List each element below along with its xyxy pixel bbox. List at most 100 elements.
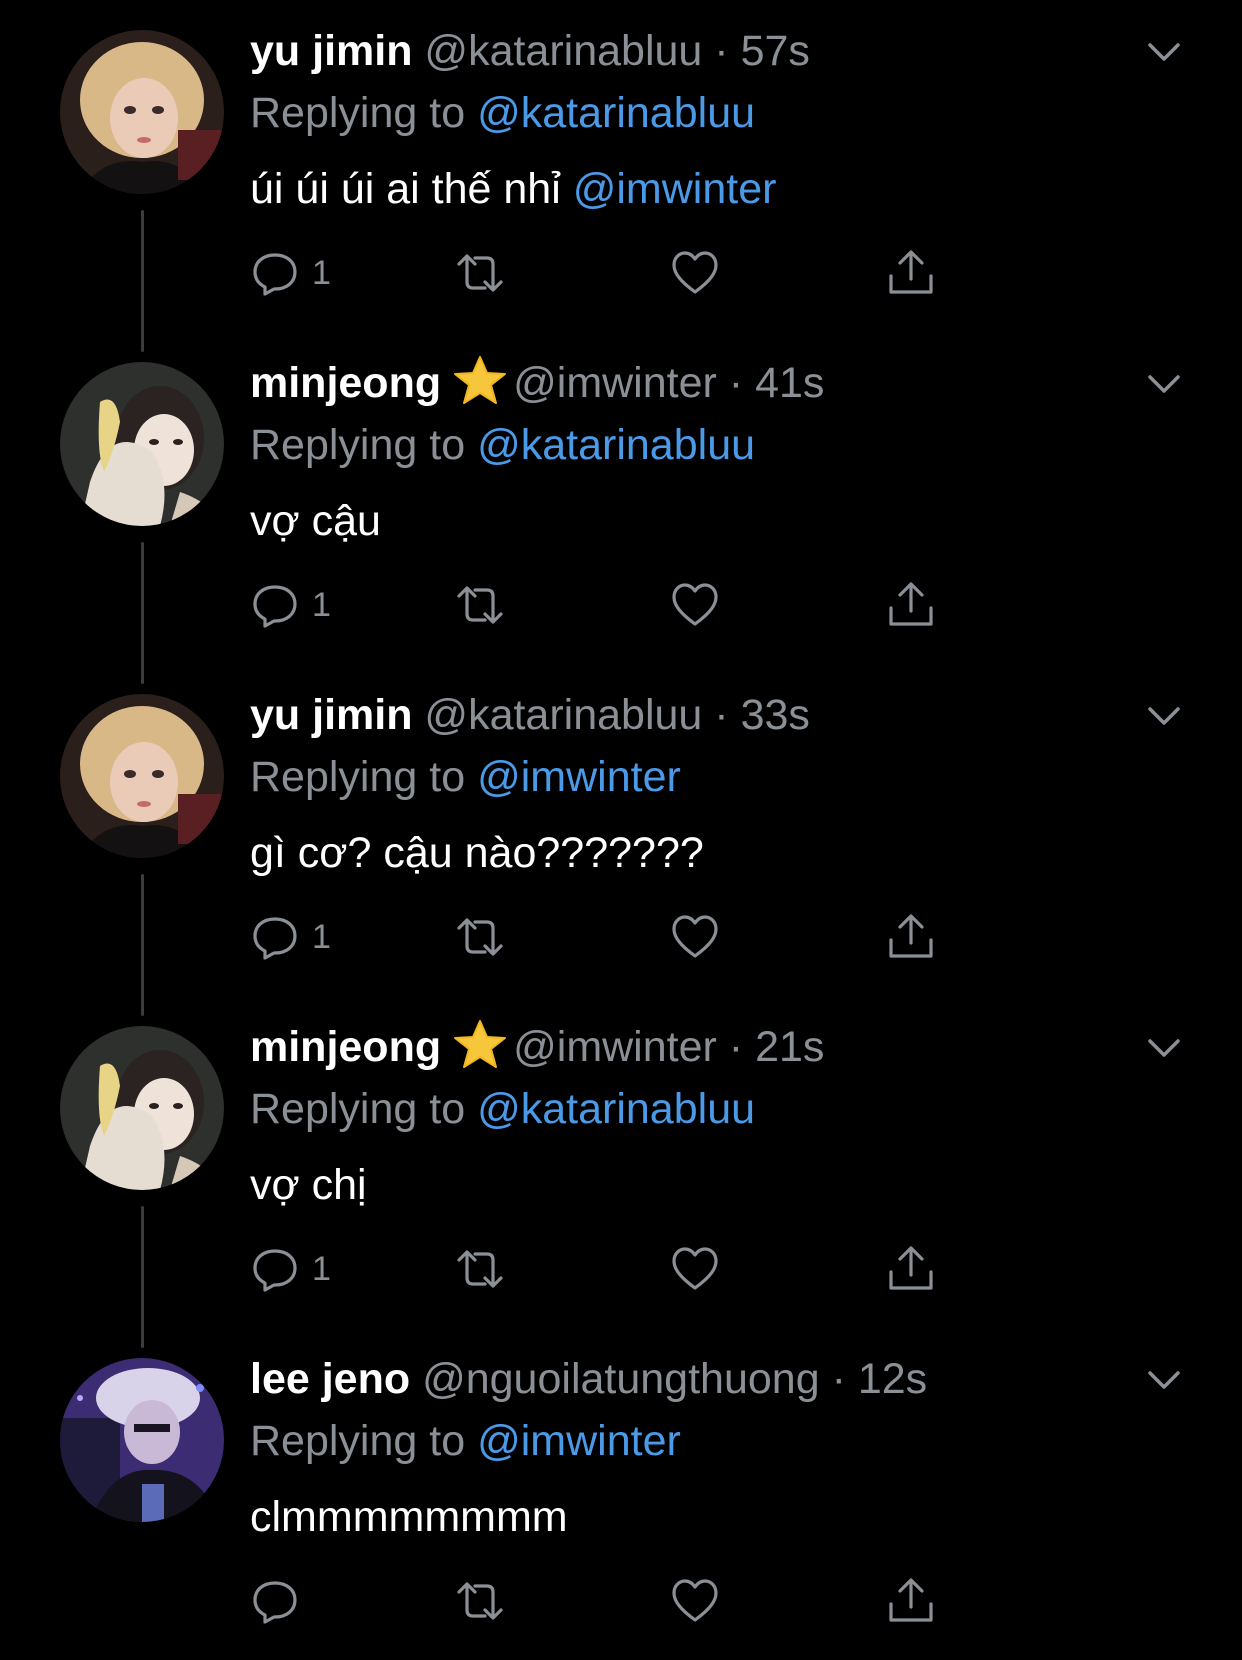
retweet-button[interactable] — [455, 245, 505, 301]
heart-icon — [672, 1579, 718, 1622]
tweet-header: yu jimin @katarinabluu · 57s — [250, 27, 810, 75]
timestamp[interactable]: 57s — [741, 27, 810, 75]
replying-to-link[interactable]: @imwinter — [477, 1417, 681, 1465]
like-button[interactable] — [670, 245, 720, 301]
replying-to: Replying to @imwinter — [250, 1412, 681, 1470]
heart-icon — [672, 1247, 718, 1290]
reply-button[interactable]: 1 — [250, 909, 331, 965]
replying-label: Replying to — [250, 753, 466, 801]
tweet-header: yu jimin @katarinabluu · 33s — [250, 691, 810, 739]
tweet-header: lee jeno @nguoilatungthuong · 12s — [250, 1355, 928, 1403]
avatar[interactable] — [60, 30, 224, 194]
chevron-down-icon[interactable] — [1146, 704, 1182, 728]
tweet[interactable]: lee jeno @nguoilatungthuong · 12s Replyi… — [0, 1328, 1242, 1660]
tweet-body: vợ chị — [250, 1161, 367, 1209]
chevron-down-icon[interactable] — [1146, 372, 1182, 396]
share-button[interactable] — [886, 909, 936, 965]
replying-to-link[interactable]: @katarinabluu — [477, 1085, 755, 1133]
tweet-text: vợ cậu — [250, 492, 381, 550]
replying-to: Replying to @katarinabluu — [250, 416, 755, 474]
tweet[interactable]: yu jimin @katarinabluu · 57s Replying to… — [0, 0, 1242, 352]
replying-to-link[interactable]: @katarinabluu — [477, 421, 755, 469]
replying-to-link[interactable]: @imwinter — [477, 753, 681, 801]
retweet-icon — [457, 1250, 503, 1288]
heart-icon — [672, 251, 718, 294]
replying-to-link[interactable]: @katarinabluu — [477, 89, 755, 137]
replying-to: Replying to @katarinabluu — [250, 1080, 755, 1138]
retweet-button[interactable] — [455, 1241, 505, 1297]
display-name[interactable]: yu jimin — [250, 27, 412, 75]
handle[interactable]: @katarinabluu — [424, 691, 702, 739]
display-name[interactable]: minjeong — [250, 1023, 441, 1071]
tweet-text: vợ chị — [250, 1156, 367, 1214]
mention-link[interactable]: @imwinter — [573, 165, 777, 213]
action-bar: 1 — [250, 1241, 1010, 1297]
retweet-button[interactable] — [455, 909, 505, 965]
yujimin-avatar — [60, 30, 224, 194]
reply-button[interactable] — [250, 1573, 312, 1629]
handle[interactable]: @nguoilatungthuong — [422, 1355, 820, 1403]
tweet[interactable]: minjeong @imwinter · 21s Replying to @kat… — [0, 996, 1242, 1348]
handle[interactable]: @katarinabluu — [424, 27, 702, 75]
minjeong-avatar — [60, 1026, 224, 1190]
retweet-icon — [457, 1582, 503, 1620]
share-icon — [889, 914, 933, 958]
handle[interactable]: @imwinter — [513, 359, 717, 407]
like-button[interactable] — [670, 1573, 720, 1629]
replying-to: Replying to @katarinabluu — [250, 84, 755, 142]
tweet-header: minjeong @imwinter · 21s — [250, 1018, 824, 1076]
speech-bubble-icon — [253, 1581, 297, 1624]
display-name[interactable]: yu jimin — [250, 691, 412, 739]
action-bar — [250, 1573, 1010, 1629]
action-bar: 1 — [250, 909, 1010, 965]
chevron-down-icon[interactable] — [1146, 1036, 1182, 1060]
share-button[interactable] — [886, 245, 936, 301]
display-name[interactable]: lee jeno — [250, 1355, 410, 1403]
yujimin-avatar — [60, 694, 224, 858]
like-button[interactable] — [670, 577, 720, 633]
like-button[interactable] — [670, 909, 720, 965]
retweet-icon — [457, 918, 503, 956]
timestamp[interactable]: 33s — [741, 691, 810, 739]
display-name[interactable]: minjeong — [250, 359, 441, 407]
speech-bubble-icon — [253, 1249, 297, 1292]
timestamp[interactable]: 41s — [755, 359, 824, 407]
heart-icon — [672, 915, 718, 958]
avatar[interactable] — [60, 362, 224, 526]
retweet-icon — [457, 254, 503, 292]
tweet-body: úi úi úi ai thế nhỉ — [250, 165, 561, 213]
star-emoji-icon — [454, 356, 507, 404]
share-button[interactable] — [886, 1241, 936, 1297]
reply-button[interactable]: 1 — [250, 245, 331, 301]
thread-line — [141, 1206, 144, 1348]
tweet[interactable]: minjeong @imwinter · 41s Replying to @kat… — [0, 332, 1242, 684]
retweet-button[interactable] — [455, 1573, 505, 1629]
chevron-down-icon[interactable] — [1146, 40, 1182, 64]
share-button[interactable] — [886, 1573, 936, 1629]
timestamp[interactable]: 21s — [755, 1023, 824, 1071]
reply-count: 1 — [312, 917, 331, 956]
action-bar: 1 — [250, 245, 1010, 301]
tweet-body: vợ cậu — [250, 497, 381, 545]
avatar[interactable] — [60, 1358, 224, 1522]
star-emoji-icon — [454, 1020, 507, 1068]
like-button[interactable] — [670, 1241, 720, 1297]
reply-button[interactable]: 1 — [250, 577, 331, 633]
avatar[interactable] — [60, 694, 224, 858]
handle[interactable]: @imwinter — [513, 1023, 717, 1071]
retweet-button[interactable] — [455, 577, 505, 633]
share-icon — [889, 1578, 933, 1622]
tweet-header: minjeong @imwinter · 41s — [250, 354, 824, 412]
replying-label: Replying to — [250, 1417, 466, 1465]
tweet-text: gì cơ? cậu nào??????? — [250, 824, 704, 882]
avatar[interactable] — [60, 1026, 224, 1190]
replying-label: Replying to — [250, 1085, 466, 1133]
tweet-body: clmmmmmmmm — [250, 1493, 568, 1541]
heart-icon — [672, 583, 718, 626]
tweet[interactable]: yu jimin @katarinabluu · 33s Replying to… — [0, 664, 1242, 1016]
share-button[interactable] — [886, 577, 936, 633]
reply-button[interactable]: 1 — [250, 1241, 331, 1297]
timestamp[interactable]: 12s — [858, 1355, 927, 1403]
chevron-down-icon[interactable] — [1146, 1368, 1182, 1392]
share-icon — [889, 1246, 933, 1290]
